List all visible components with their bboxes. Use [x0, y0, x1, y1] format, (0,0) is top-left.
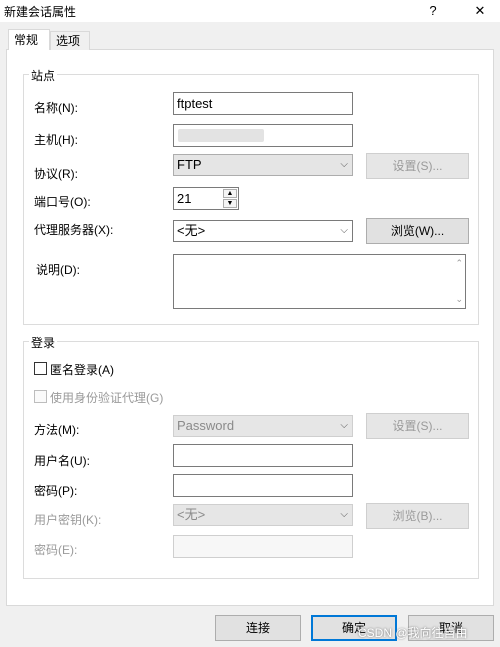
method-settings-button[interactable]: 设置(S)... [366, 413, 469, 439]
redacted-host-block [178, 129, 264, 142]
username-field[interactable] [173, 444, 353, 467]
description-label: 说明(D): [36, 263, 80, 277]
password-field[interactable] [173, 474, 353, 497]
watermark: CSDN @我向往自由 [358, 626, 468, 640]
port-stepper[interactable]: 21 ▲ ▼ [173, 187, 239, 210]
host-field[interactable] [173, 124, 353, 147]
description-textarea[interactable]: ⌃ ⌄ [173, 254, 466, 309]
chevron-down-icon: ⌵ [340, 420, 348, 431]
chevron-down-icon: ⌵ [340, 159, 348, 170]
scroll-up-icon[interactable]: ⌃ [455, 258, 463, 269]
protocol-select[interactable]: FTP ⌵ [173, 154, 353, 176]
chevron-down-icon: ⌵ [340, 225, 348, 236]
username-label: 用户名(U): [34, 454, 90, 468]
tab-general[interactable]: 常规 [8, 29, 50, 50]
userkey-label: 用户密钥(K): [34, 513, 102, 527]
userkey-browse-button[interactable]: 浏览(B)... [366, 503, 469, 529]
proxy-browse-button[interactable]: 浏览(W)... [366, 218, 469, 244]
help-button[interactable]: ? [418, 0, 448, 22]
proxy-value: <无> [177, 223, 206, 238]
userkey-select[interactable]: <无> ⌵ [173, 504, 353, 526]
anonymous-label: 匿名登录(A) [50, 363, 114, 377]
method-value: Password [177, 418, 235, 433]
tab-options[interactable]: 选项 [50, 31, 90, 50]
agent-label: 使用身份验证代理(G) [50, 391, 164, 405]
name-field[interactable]: ftptest [173, 92, 353, 115]
site-group-title: 站点 [29, 67, 58, 84]
port-label: 端口号(O): [34, 195, 91, 209]
protocol-settings-button[interactable]: 设置(S)... [366, 153, 469, 179]
port-value: 21 [177, 191, 192, 206]
spin-up-icon[interactable]: ▲ [223, 189, 237, 198]
password-label: 密码(P): [34, 484, 78, 498]
anonymous-checkbox[interactable] [34, 362, 47, 375]
scroll-down-icon[interactable]: ⌄ [455, 294, 463, 305]
close-button[interactable]: ✕ [465, 0, 495, 22]
login-group-title: 登录 [29, 334, 58, 351]
agent-checkbox[interactable] [34, 390, 47, 403]
protocol-value: FTP [177, 157, 202, 172]
method-select[interactable]: Password ⌵ [173, 415, 353, 437]
protocol-label: 协议(R): [34, 167, 78, 181]
passphrase-field[interactable] [173, 535, 353, 558]
spin-down-icon[interactable]: ▼ [223, 199, 237, 208]
method-label: 方法(M): [34, 423, 80, 437]
proxy-select[interactable]: <无> ⌵ [173, 220, 353, 242]
userkey-value: <无> [177, 507, 206, 522]
proxy-label: 代理服务器(X): [34, 223, 114, 237]
passphrase-label: 密码(E): [34, 543, 78, 557]
connect-button[interactable]: 连接 [215, 615, 301, 641]
chevron-down-icon: ⌵ [340, 509, 348, 520]
window-title: 新建会话属性 [4, 5, 77, 19]
name-label: 名称(N): [34, 101, 78, 115]
host-label: 主机(H): [34, 133, 78, 147]
